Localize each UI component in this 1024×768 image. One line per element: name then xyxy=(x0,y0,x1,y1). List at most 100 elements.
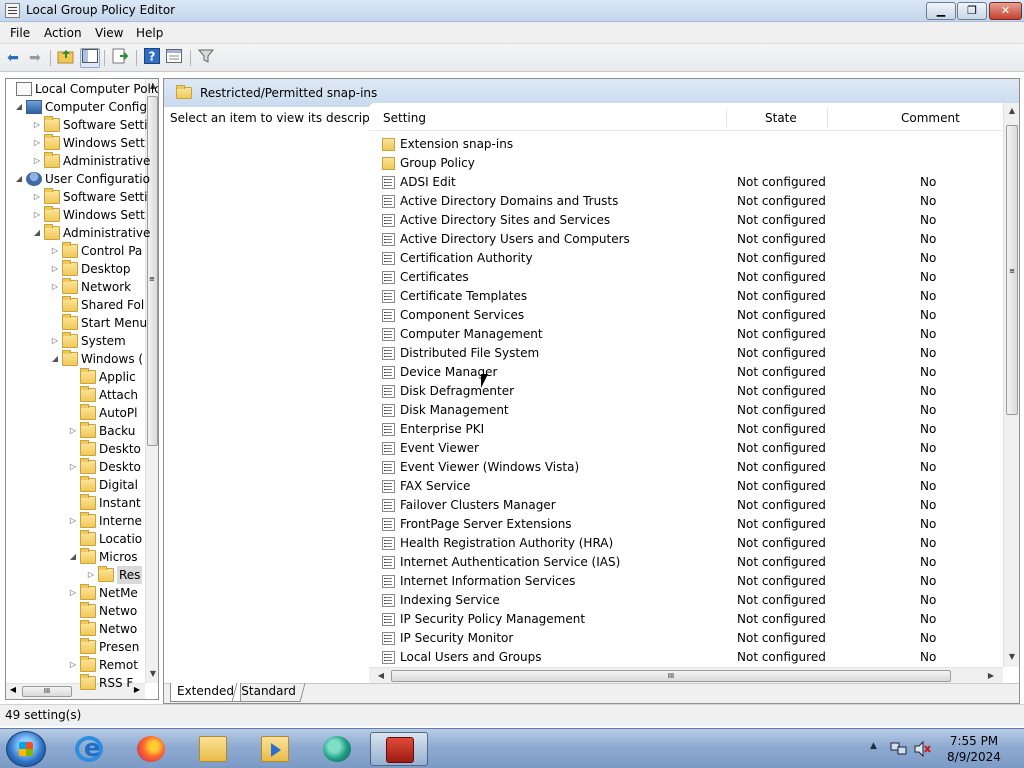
forward-arrow-icon[interactable]: ➡ xyxy=(25,48,45,68)
table-row[interactable]: Disk Management Not configured No xyxy=(369,401,1003,420)
table-row[interactable]: Internet Authentication Service (IAS) Not… xyxy=(369,553,1003,572)
column-header-state[interactable]: State xyxy=(765,111,797,125)
collapse-arrow-icon[interactable]: ◢ xyxy=(14,98,24,116)
tree-item[interactable]: Netwo xyxy=(6,602,145,620)
table-row[interactable]: FrontPage Server Extensions Not configure… xyxy=(369,515,1003,534)
tree-item[interactable]: ◢ Windows ( xyxy=(6,350,145,368)
tree-item[interactable]: Attach xyxy=(6,386,145,404)
tree-item[interactable]: AutoPl xyxy=(6,404,145,422)
tree-pane[interactable]: ▲ ≡ ▼ ◀ III ▶ Local Computer Polic ◢ Compu… xyxy=(5,78,159,700)
tree-item[interactable]: Applic xyxy=(6,368,145,386)
table-row[interactable]: Local Users and Groups Not configured No xyxy=(369,648,1003,667)
collapse-arrow-icon[interactable]: ◢ xyxy=(14,170,24,188)
tree-item[interactable]: Shared Fol xyxy=(6,296,145,314)
properties-icon[interactable] xyxy=(164,48,184,68)
expand-arrow-icon[interactable]: ▷ xyxy=(50,332,60,350)
back-arrow-icon[interactable]: ⬅ xyxy=(3,48,23,68)
list-vertical-scrollbar[interactable]: ▲ ≡ ▼ xyxy=(1003,103,1019,667)
close-button[interactable]: ✕ xyxy=(989,2,1022,20)
tree-item[interactable]: ▷ Desktop xyxy=(6,260,145,278)
table-row[interactable]: Active Directory Domains and Trusts Not c… xyxy=(369,192,1003,211)
settings-list[interactable]: Setting State Comment Extension snap-ins… xyxy=(369,103,1019,685)
scroll-thumb[interactable]: III xyxy=(391,670,951,682)
expand-arrow-icon[interactable]: ▷ xyxy=(68,656,78,674)
expand-arrow-icon[interactable]: ▷ xyxy=(68,422,78,440)
expand-arrow-icon[interactable]: ▷ xyxy=(32,134,42,152)
table-row[interactable]: Disk Defragmenter Not configured No xyxy=(369,382,1003,401)
tree-item[interactable]: ◢ Administrative xyxy=(6,224,150,242)
table-row[interactable]: IP Security Monitor Not configured No xyxy=(369,629,1003,648)
menu-file[interactable]: File xyxy=(10,26,30,40)
tree-item[interactable]: ▷ Backu xyxy=(6,422,145,440)
table-row[interactable]: Distributed File System Not configured No xyxy=(369,344,1003,363)
column-divider[interactable] xyxy=(827,109,828,127)
tree-item[interactable]: Local Computer Polic xyxy=(6,80,158,98)
tree-item[interactable]: ▷ Network xyxy=(6,278,145,296)
network-icon[interactable] xyxy=(890,741,908,760)
column-header-setting[interactable]: Setting xyxy=(383,111,426,125)
table-row[interactable]: Internet Information Services Not configu… xyxy=(369,572,1003,591)
list-horizontal-scrollbar[interactable]: ◀ III ▶ xyxy=(369,667,1003,683)
tree-item[interactable]: ▷ System xyxy=(6,332,145,350)
table-row[interactable]: Certificate Templates Not configured No xyxy=(369,287,1003,306)
scroll-right-arrow[interactable]: ▶ xyxy=(983,668,999,684)
collapse-arrow-icon[interactable]: ◢ xyxy=(32,224,42,242)
tree-item[interactable]: ▷ Software Setti xyxy=(6,116,147,134)
table-row[interactable]: Computer Management Not configured No xyxy=(369,325,1003,344)
maximize-button[interactable]: ❐ xyxy=(957,2,987,20)
table-row[interactable]: Indexing Service Not configured No xyxy=(369,591,1003,610)
clock[interactable]: 7:55 PM 8/9/2024 xyxy=(934,733,1014,765)
tab-standard[interactable]: Standard xyxy=(231,683,306,702)
tree-item[interactable]: Start Menu xyxy=(6,314,147,332)
group-policy-editor-icon[interactable] xyxy=(370,732,428,766)
tree-item[interactable]: ▷ Windows Sett xyxy=(6,134,145,152)
table-row[interactable]: FAX Service Not configured No xyxy=(369,477,1003,496)
table-row[interactable]: Event Viewer (Windows Vista) Not configur… xyxy=(369,458,1003,477)
table-row[interactable]: Component Services Not configured No xyxy=(369,306,1003,325)
collapse-arrow-icon[interactable]: ◢ xyxy=(50,350,60,368)
tree-item[interactable]: RSS F xyxy=(6,674,145,692)
tree-item[interactable]: ◢ User Configuratio xyxy=(6,170,150,188)
expand-arrow-icon[interactable]: ▷ xyxy=(50,242,60,260)
app-icon[interactable] xyxy=(310,732,364,766)
table-row[interactable]: Certification Authority Not configured No xyxy=(369,249,1003,268)
expand-arrow-icon[interactable]: ▷ xyxy=(68,458,78,476)
table-row[interactable]: IP Security Policy Management Not configu… xyxy=(369,610,1003,629)
table-row[interactable]: Failover Clusters Manager Not configured N… xyxy=(369,496,1003,515)
collapse-arrow-icon[interactable]: ◢ xyxy=(68,548,78,566)
folder-row[interactable]: Group Policy xyxy=(369,154,1003,173)
expand-arrow-icon[interactable]: ▷ xyxy=(86,566,96,584)
tree-item[interactable]: ▷ Windows Sett xyxy=(6,206,145,224)
firefox-icon[interactable] xyxy=(124,732,178,766)
tree-item[interactable]: ▷ Interne xyxy=(6,512,145,530)
table-row[interactable]: Health Registration Authority (HRA) Not c… xyxy=(369,534,1003,553)
file-explorer-icon[interactable] xyxy=(186,732,240,766)
folder-row[interactable]: Extension snap-ins xyxy=(369,135,1003,154)
scroll-down-arrow[interactable]: ▼ xyxy=(1004,649,1019,665)
up-folder-icon[interactable] xyxy=(56,48,76,68)
table-row[interactable]: Device Manager Not configured No xyxy=(369,363,1003,382)
table-row[interactable]: Enterprise PKI Not configured No xyxy=(369,420,1003,439)
expand-arrow-icon[interactable]: ▷ xyxy=(68,584,78,602)
tree-item[interactable]: ▷ Administrative xyxy=(6,152,150,170)
menu-view[interactable]: View xyxy=(95,26,123,40)
scroll-left-arrow[interactable]: ◀ xyxy=(373,668,389,684)
column-header-comment[interactable]: Comment xyxy=(901,111,960,125)
tree-item[interactable]: ▷ NetMe xyxy=(6,584,145,602)
tree-item[interactable]: ▷ Control Pa xyxy=(6,242,145,260)
show-hide-tree-icon[interactable] xyxy=(80,48,100,68)
expand-arrow-icon[interactable]: ▷ xyxy=(32,116,42,134)
expand-arrow-icon[interactable]: ▷ xyxy=(50,278,60,296)
tree-item[interactable]: Locatio xyxy=(6,530,145,548)
menu-action[interactable]: Action xyxy=(44,26,82,40)
expand-arrow-icon[interactable]: ▷ xyxy=(32,188,42,206)
table-row[interactable]: Active Directory Users and Computers Not … xyxy=(369,230,1003,249)
expand-arrow-icon[interactable]: ▷ xyxy=(50,260,60,278)
expand-arrow-icon[interactable]: ▷ xyxy=(32,206,42,224)
tree-item[interactable]: Digital xyxy=(6,476,145,494)
scroll-thumb[interactable]: ≡ xyxy=(147,96,158,446)
filter-icon[interactable] xyxy=(196,48,216,68)
help-icon[interactable]: ? xyxy=(142,48,162,68)
media-player-icon[interactable] xyxy=(248,732,302,766)
tree-item[interactable]: Netwo xyxy=(6,620,145,638)
